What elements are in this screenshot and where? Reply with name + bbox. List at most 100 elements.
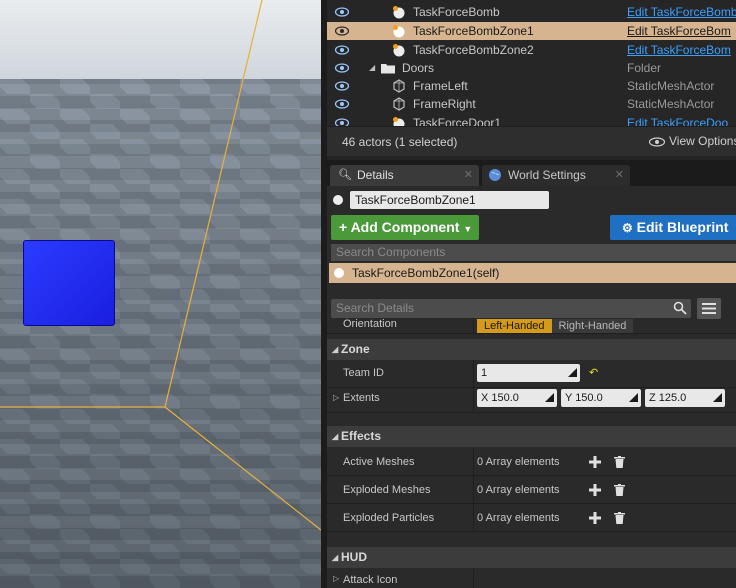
visibility-eye-icon[interactable]: [335, 62, 349, 74]
collapse-arrow-icon[interactable]: ◢: [369, 59, 375, 77]
visibility-eye-icon[interactable]: [335, 80, 349, 92]
attack-icon-row: ▷ Attack Icon: [327, 569, 736, 588]
outliner-row-selected[interactable]: TaskForceBombZone1 Edit TaskForceBom: [327, 22, 736, 40]
edit-blueprint-label: Edit Blueprint: [636, 219, 729, 235]
add-component-button[interactable]: + Add Component ▼: [331, 215, 479, 240]
static-mesh-icon: [393, 97, 405, 111]
edit-blueprint-button[interactable]: ⚙ Edit Blueprint: [610, 215, 736, 240]
category-label: Effects: [341, 429, 382, 443]
column-divider: [473, 360, 474, 387]
extents-x-input[interactable]: X 150.0: [477, 389, 557, 407]
list-icon: [702, 303, 716, 314]
column-divider: [473, 318, 474, 333]
view-options-button[interactable]: View Options: [648, 134, 736, 148]
tab-label: World Settings: [508, 168, 586, 182]
visibility-eye-icon[interactable]: [335, 6, 349, 18]
team-id-row: Team ID 1 ↶: [327, 360, 736, 388]
search-icon: [673, 301, 687, 315]
outliner-footer: 46 actors (1 selected) View Options: [327, 126, 736, 156]
collapse-arrow-icon: ◢: [332, 345, 339, 354]
drag-corner-icon: [568, 368, 577, 377]
column-divider: [473, 569, 474, 588]
close-icon[interactable]: ✕: [464, 165, 473, 186]
array-count: 0 Array elements: [477, 484, 560, 496]
static-mesh-icon: [393, 79, 405, 93]
component-tree-item[interactable]: TaskForceBombZone1(self): [329, 263, 736, 283]
extents-x-value: X 150.0: [481, 392, 519, 404]
collapse-arrow-icon: ◢: [332, 432, 339, 441]
level-viewport[interactable]: [0, 0, 321, 588]
visibility-eye-icon[interactable]: [335, 25, 349, 37]
trash-icon[interactable]: [614, 484, 625, 496]
drag-corner-icon: [545, 393, 554, 402]
expand-arrow-icon[interactable]: ▷: [333, 574, 339, 583]
details-magnifier-icon: 🔍︎: [338, 169, 352, 181]
folder-icon: [381, 64, 395, 74]
exploded-particles-label: Exploded Particles: [343, 512, 435, 524]
outliner-row[interactable]: TaskForceBombZone2 Edit TaskForceBom: [327, 41, 736, 59]
chevron-down-icon: ▼: [463, 224, 473, 234]
outliner-row-folder[interactable]: ◢ Doors Folder: [327, 59, 736, 77]
outliner-row[interactable]: FrameRight StaticMeshActor: [327, 95, 736, 113]
close-icon[interactable]: ✕: [615, 165, 624, 186]
actor-count: 46 actors (1 selected): [342, 135, 458, 149]
outliner-row[interactable]: FrameLeft StaticMeshActor: [327, 77, 736, 95]
outliner-item-name: TaskForceBombZone1: [413, 24, 534, 38]
collapse-arrow-icon: ◢: [332, 553, 339, 562]
actor-sphere-icon: [334, 268, 344, 278]
tab-world-settings[interactable]: World Settings ✕: [482, 165, 630, 186]
globe-icon: [489, 169, 501, 181]
left-handed-option[interactable]: Left-Handed: [477, 319, 552, 333]
expand-arrow-icon[interactable]: ▷: [333, 393, 339, 402]
tab-label: Details: [357, 168, 394, 182]
add-element-icon[interactable]: [589, 456, 601, 468]
eye-icon: [648, 137, 666, 147]
bomb-zone-mesh[interactable]: [23, 240, 115, 326]
team-id-input[interactable]: 1: [477, 364, 580, 382]
actor-sphere-icon: [393, 25, 405, 38]
category-hud[interactable]: ◢ HUD: [327, 547, 736, 568]
outliner-item-name: FrameRight: [413, 97, 476, 111]
orientation-row: Orientation Left-Handed Right-Handed: [327, 318, 736, 334]
outliner-item-type: StaticMeshActor: [627, 79, 715, 93]
tab-details[interactable]: 🔍︎ Details ✕: [330, 165, 479, 186]
actor-sphere-icon: [333, 195, 343, 205]
outliner-item-type[interactable]: Edit TaskForceBomb: [627, 3, 736, 21]
right-handed-option[interactable]: Right-Handed: [551, 319, 634, 333]
visibility-eye-icon[interactable]: [335, 98, 349, 110]
array-count: 0 Array elements: [477, 456, 560, 468]
panel-tabs: 🔍︎ Details ✕ World Settings ✕: [327, 160, 736, 186]
component-label: TaskForceBombZone1(self): [352, 266, 500, 280]
active-meshes-label: Active Meshes: [343, 456, 415, 468]
world-outliner: TaskForceBomb Edit TaskForceBomb TaskFor…: [327, 0, 736, 130]
extents-y-value: Y 150.0: [565, 392, 603, 404]
team-id-label: Team ID: [343, 367, 384, 379]
search-components-input[interactable]: Search Components: [331, 244, 736, 261]
visibility-eye-icon[interactable]: [335, 44, 349, 56]
add-element-icon[interactable]: [589, 512, 601, 524]
category-zone[interactable]: ◢ Zone: [327, 339, 736, 360]
drag-corner-icon: [629, 393, 638, 402]
extents-z-input[interactable]: Z 125.0: [645, 389, 725, 407]
add-element-icon[interactable]: [589, 484, 601, 496]
column-divider: [473, 476, 474, 503]
list-view-button[interactable]: [697, 298, 721, 319]
outliner-item-type[interactable]: Edit TaskForceBom: [627, 41, 731, 59]
extents-row: ▷ Extents X 150.0 Y 150.0 Z 125.0: [327, 385, 736, 413]
trash-icon[interactable]: [614, 512, 625, 524]
category-effects[interactable]: ◢ Effects: [327, 426, 736, 447]
reset-to-default-icon[interactable]: ↶: [589, 366, 598, 379]
drag-corner-icon: [713, 393, 722, 402]
category-label: HUD: [341, 550, 367, 564]
outliner-item-type[interactable]: Edit TaskForceBom: [627, 22, 731, 40]
actor-name-input[interactable]: TaskForceBombZone1: [350, 191, 549, 209]
search-details-input[interactable]: Search Details: [331, 299, 691, 318]
orientation-label: Orientation: [343, 318, 397, 330]
extents-y-input[interactable]: Y 150.0: [561, 389, 641, 407]
column-divider: [473, 448, 474, 475]
add-component-label: Add Component: [350, 219, 460, 235]
plus-icon: +: [339, 219, 348, 235]
outliner-row[interactable]: TaskForceBomb Edit TaskForceBomb: [327, 3, 736, 21]
gears-icon: ⚙: [622, 221, 633, 235]
trash-icon[interactable]: [614, 456, 625, 468]
